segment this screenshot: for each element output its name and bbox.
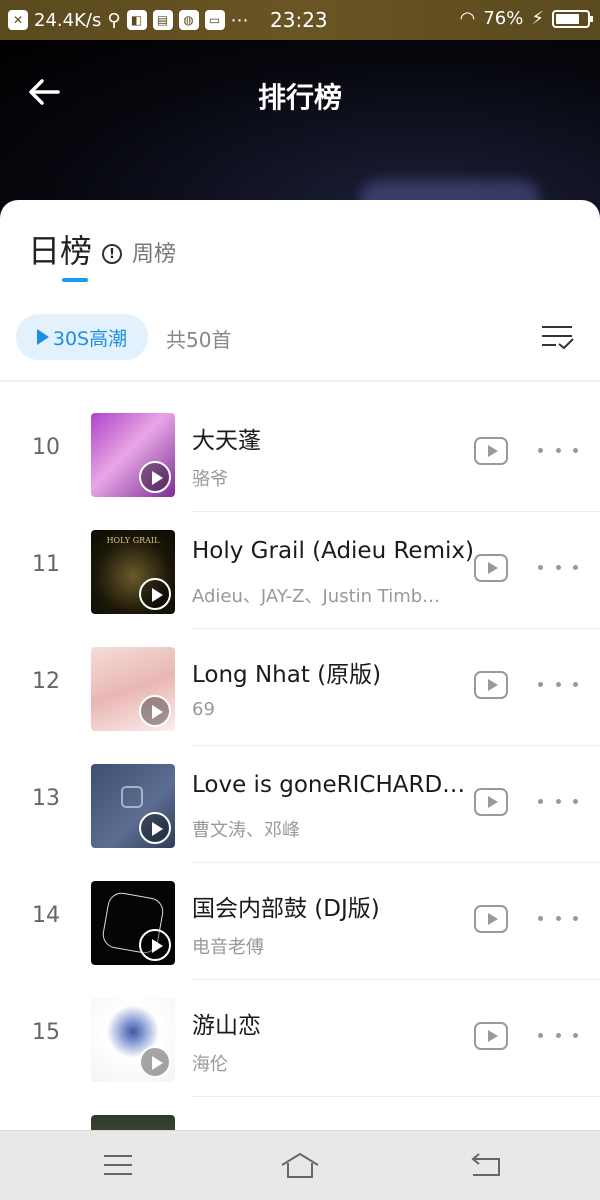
active-tab-indicator	[62, 278, 88, 282]
song-count: 共50首	[166, 328, 232, 352]
status-bar: ✕ 24.4K/s ⚲ ◧ ▤ ◍ ▭ ⋯ 23:23 ◠ 76% ⚡	[0, 0, 600, 40]
song-cover[interactable]	[91, 998, 175, 1082]
song-rank: 10	[32, 435, 60, 460]
more-options-icon[interactable]	[538, 669, 578, 699]
song-cover[interactable]	[91, 764, 175, 848]
song-rank: 12	[32, 669, 60, 694]
tab-daily[interactable]: 日榜	[28, 226, 93, 282]
x-icon: ✕	[8, 10, 28, 30]
ranking-sheet: 日榜 ! 周榜 30S高潮 共50首 10 大天蓬 骆爷 11 HOLY GRA…	[0, 200, 600, 1130]
system-nav-bar	[0, 1130, 600, 1200]
k-logo-icon	[121, 786, 143, 808]
song-artist: 海伦	[192, 1054, 228, 1075]
song-rank: 15	[32, 1020, 60, 1045]
song-title: 大天蓬	[192, 428, 261, 454]
play-circle-icon[interactable]	[139, 695, 171, 727]
play-circle-icon[interactable]	[139, 578, 171, 610]
song-rank: 11	[32, 552, 60, 577]
play-icon	[36, 329, 49, 345]
back-icon[interactable]	[465, 1151, 505, 1181]
tab-daily-label: 日榜	[28, 232, 93, 270]
song-cover[interactable]	[91, 1115, 175, 1130]
video-play-icon[interactable]	[474, 554, 508, 582]
song-row[interactable]: 12 Long Nhat (原版) 69	[0, 629, 600, 746]
song-artist: 69	[192, 699, 215, 720]
tab-weekly[interactable]: 周榜	[132, 236, 176, 268]
song-row[interactable]: 14 国会内部鼓 (DJ版) 电音老傅	[0, 863, 600, 980]
song-row[interactable]: 11 HOLY GRAIL Holy Grail (Adieu Remix) A…	[0, 512, 600, 629]
clock: 23:23	[270, 8, 328, 32]
vpn-icon: ◍	[178, 10, 199, 30]
video-play-icon[interactable]	[474, 671, 508, 699]
info-icon[interactable]: !	[102, 244, 123, 264]
song-title: 国会内部鼓 (DJ版)	[192, 896, 380, 922]
status-left: ✕ 24.4K/s ⚲ ◧ ▤ ◍ ▭ ⋯	[8, 10, 249, 31]
battery-icon	[552, 9, 593, 28]
video-play-icon[interactable]	[474, 788, 508, 816]
song-title: Long Nhat (原版)	[192, 662, 382, 688]
page-title: 排行榜	[257, 81, 342, 114]
video-play-icon[interactable]	[474, 437, 508, 465]
charging-icon: ⚡	[531, 8, 544, 29]
battery-fill	[556, 13, 579, 24]
wifi-icon: ◠	[459, 8, 476, 29]
more-options-icon[interactable]	[538, 1020, 578, 1050]
song-title: Holy Grail (Adieu Remix)	[192, 538, 474, 564]
song-row[interactable]: 13 Love is goneRICHARD… 曹文涛、邓峰	[0, 746, 600, 863]
song-list: 10 大天蓬 骆爷 11 HOLY GRAIL Holy Grail (Adie…	[0, 395, 600, 1130]
more-notifications-icon: ⋯	[230, 9, 249, 31]
rank-tabs: 日榜 ! 周榜	[28, 226, 176, 282]
more-options-icon[interactable]	[538, 552, 578, 582]
menu-icon[interactable]	[100, 1151, 140, 1181]
song-rank: 14	[32, 903, 60, 928]
song-cover[interactable]	[91, 647, 175, 731]
video-play-icon[interactable]	[474, 905, 508, 933]
screen-icon: ▭	[204, 10, 225, 30]
song-row[interactable]: 15 游山恋 海伦	[0, 980, 600, 1097]
song-artist: Adieu、JAY-Z、Justin Timb…	[192, 586, 441, 607]
usb-icon: ⚲	[107, 9, 121, 31]
song-title: Love is goneRICHARD…	[192, 772, 466, 798]
network-speed: 24.4K/s	[34, 9, 102, 31]
play-circle-icon[interactable]	[139, 1046, 171, 1078]
play-circle-icon[interactable]	[139, 929, 171, 961]
video-play-icon[interactable]	[474, 1022, 508, 1050]
home-icon[interactable]	[280, 1151, 320, 1181]
song-artist: 骆爷	[192, 469, 228, 490]
song-cover[interactable]	[91, 881, 175, 965]
song-row-partial[interactable]	[0, 1097, 600, 1130]
list-toolbar: 30S高潮 共50首	[16, 312, 584, 362]
more-options-icon[interactable]	[538, 435, 578, 465]
song-title: 游山恋	[192, 1013, 261, 1039]
song-cover[interactable]	[91, 413, 175, 497]
play-circle-icon[interactable]	[139, 461, 171, 493]
multi-select-icon[interactable]	[542, 320, 574, 352]
cover-text: HOLY GRAIL	[106, 536, 160, 545]
song-row[interactable]: 10 大天蓬 骆爷	[0, 395, 600, 512]
more-options-icon[interactable]	[538, 786, 578, 816]
play-highlights-button[interactable]: 30S高潮	[16, 314, 148, 360]
toolbar-divider	[0, 380, 600, 382]
play-highlights-label: 30S高潮	[52, 327, 128, 350]
more-options-icon[interactable]	[538, 903, 578, 933]
song-artist: 电音老傅	[192, 937, 264, 958]
status-right: ◠ 76% ⚡	[459, 8, 593, 29]
sim-icon: ◧	[126, 10, 147, 30]
id-card-icon: ▤	[152, 10, 173, 30]
song-artist: 曹文涛、邓峰	[192, 820, 300, 841]
battery-percent: 76%	[483, 8, 524, 29]
song-cover[interactable]: HOLY GRAIL	[91, 530, 175, 614]
song-rank: 13	[32, 786, 60, 811]
play-circle-icon[interactable]	[139, 812, 171, 844]
